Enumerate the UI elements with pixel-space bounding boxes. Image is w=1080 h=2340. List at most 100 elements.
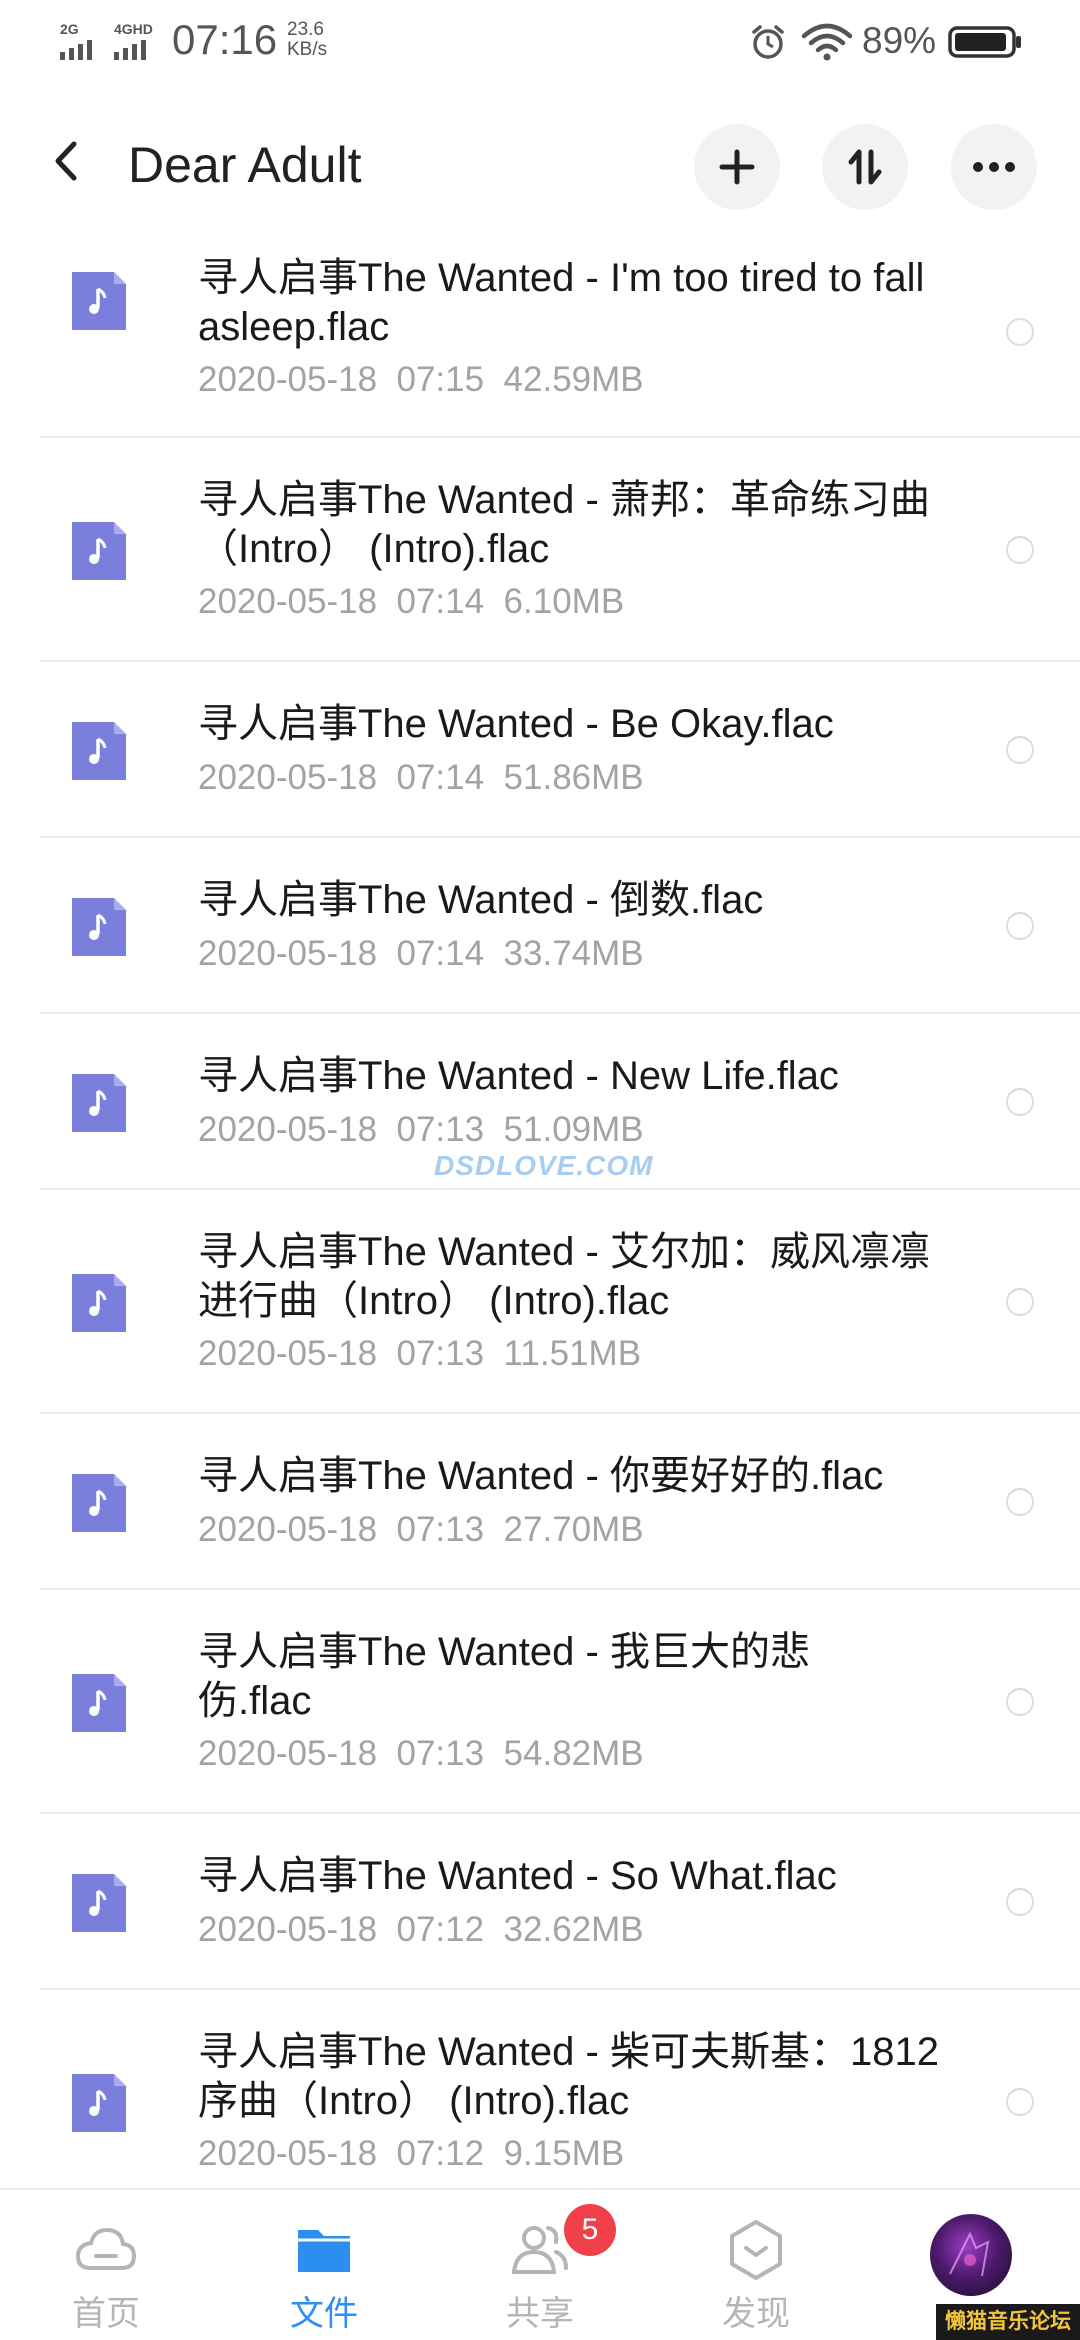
back-button[interactable] xyxy=(40,126,100,196)
forum-watermark: 懒猫音乐论坛 xyxy=(936,2304,1080,2340)
file-size: 27.70MB xyxy=(503,1510,644,1549)
more-icon xyxy=(973,162,1015,172)
file-meta: 2020-05-18 07:14 51.86MB xyxy=(198,758,644,798)
file-name: 寻人启事The Wanted - Be Okay.flac xyxy=(198,702,834,746)
file-date: 2020-05-18 xyxy=(198,582,378,621)
file-row[interactable]: 寻人启事The Wanted - So What.flac 2020-05-18… xyxy=(0,1814,1080,1990)
file-meta: 2020-05-18 07:14 33.74MB xyxy=(198,934,644,974)
file-name: 寻人启事The Wanted - So What.flac xyxy=(198,1854,837,1898)
file-date: 2020-05-18 xyxy=(198,934,378,973)
file-meta: 2020-05-18 07:14 6.10MB xyxy=(198,582,624,622)
nav-discover[interactable]: 发现 xyxy=(656,2190,856,2340)
file-size: 51.86MB xyxy=(503,758,644,797)
users-icon xyxy=(511,2226,568,2274)
select-radio[interactable] xyxy=(1006,318,1034,346)
wifi-icon xyxy=(801,23,853,61)
folder-icon xyxy=(298,2230,350,2272)
file-meta: 2020-05-18 07:15 42.59MB xyxy=(198,360,644,400)
select-radio[interactable] xyxy=(1006,1888,1034,1916)
nav-files[interactable]: 文件 xyxy=(224,2190,424,2340)
speed-value: 23.6 xyxy=(287,19,324,40)
file-name: 寻人启事The Wanted - 你要好好的.flac xyxy=(198,1454,884,1498)
avatar[interactable] xyxy=(930,2214,1012,2296)
page-title: Dear Adult xyxy=(128,137,362,193)
back-icon xyxy=(55,141,77,181)
file-row[interactable]: 寻人启事The Wanted - 萧邦：革命练习曲（Intro） (Intro)… xyxy=(0,438,1080,662)
file-row[interactable]: 寻人启事The Wanted - Be Okay.flac 2020-05-18… xyxy=(0,662,1080,838)
file-time: 07:14 xyxy=(396,758,485,797)
file-size: 32.62MB xyxy=(503,1910,644,1949)
file-time: 07:13 xyxy=(396,1334,485,1373)
file-size: 51.09MB xyxy=(503,1110,644,1149)
discover-icon xyxy=(730,2220,782,2280)
file-name: 寻人启事The Wanted - I'm too tired to fall a… xyxy=(198,256,925,349)
file-date: 2020-05-18 xyxy=(198,758,378,797)
audio-file-icon xyxy=(72,1474,126,1532)
file-time: 07:14 xyxy=(396,934,485,973)
audio-file-icon xyxy=(72,1674,126,1732)
file-row[interactable]: 寻人启事The Wanted - 你要好好的.flac 2020-05-18 0… xyxy=(0,1414,1080,1590)
audio-file-icon xyxy=(72,272,126,330)
sort-icon xyxy=(848,149,882,185)
battery-percent: 89% xyxy=(862,20,937,61)
net1-label: 2G xyxy=(60,21,79,37)
file-size: 33.74MB xyxy=(503,934,644,973)
file-meta: 2020-05-18 07:12 9.15MB xyxy=(198,2134,624,2174)
network-speed: 23.6 KB/s xyxy=(287,20,327,60)
nav-discover-label: 发现 xyxy=(722,2295,790,2333)
signal-icon: 2G 4GHD xyxy=(60,21,153,60)
file-time: 07:13 xyxy=(396,1734,485,1773)
share-badge: 5 xyxy=(564,2204,616,2256)
audio-file-icon xyxy=(72,722,126,780)
audio-file-icon xyxy=(72,2074,126,2132)
file-name: 寻人启事The Wanted - 我巨大的悲伤.flac xyxy=(198,1630,810,1723)
select-radio[interactable] xyxy=(1006,1088,1034,1116)
file-size: 11.51MB xyxy=(503,1334,642,1373)
more-button[interactable] xyxy=(951,124,1037,210)
file-name: 寻人启事The Wanted - 艾尔加：威风凛凛进行曲（Intro） (Int… xyxy=(198,1230,930,1323)
file-row[interactable]: 寻人启事The Wanted - 柴可夫斯基：1812序曲（Intro） (In… xyxy=(0,1990,1080,2188)
avatar-image xyxy=(949,2231,990,2277)
cloud-icon xyxy=(75,2227,137,2270)
nav-share-label: 共享 xyxy=(506,2295,574,2333)
nav-share[interactable]: 5 共享 xyxy=(440,2190,640,2340)
battery-icon xyxy=(948,26,1021,58)
select-radio[interactable] xyxy=(1006,1488,1034,1516)
file-meta: 2020-05-18 07:13 51.09MB xyxy=(198,1110,644,1150)
file-name: 寻人启事The Wanted - 倒数.flac xyxy=(198,878,764,922)
file-date: 2020-05-18 xyxy=(198,2134,378,2173)
audio-file-icon xyxy=(72,1874,126,1932)
select-radio[interactable] xyxy=(1006,536,1034,564)
file-name: 寻人启事The Wanted - 柴可夫斯基：1812序曲（Intro） (In… xyxy=(198,2030,939,2123)
select-radio[interactable] xyxy=(1006,1688,1034,1716)
file-name: 寻人启事The Wanted - 萧邦：革命练习曲（Intro） (Intro)… xyxy=(198,478,930,571)
file-time: 07:13 xyxy=(396,1510,485,1549)
select-radio[interactable] xyxy=(1006,1288,1034,1316)
select-radio[interactable] xyxy=(1006,736,1034,764)
file-meta: 2020-05-18 07:13 11.51MB xyxy=(198,1334,641,1374)
status-time: 07:16 xyxy=(172,16,278,63)
bottom-nav: 首页 文件 5 共享 发现 xyxy=(0,2188,1080,2340)
file-date: 2020-05-18 xyxy=(198,1334,378,1373)
file-date: 2020-05-18 xyxy=(198,360,378,399)
watermark: DSDLOVE.COM xyxy=(434,1150,654,1181)
file-row[interactable]: 寻人启事The Wanted - I'm too tired to fall a… xyxy=(0,238,1080,438)
nav-files-label: 文件 xyxy=(290,2295,358,2333)
header: Dear Adult xyxy=(0,96,1080,236)
file-date: 2020-05-18 xyxy=(198,1510,378,1549)
file-meta: 2020-05-18 07:13 54.82MB xyxy=(198,1734,644,1774)
nav-home[interactable]: 首页 xyxy=(6,2190,206,2340)
file-size: 54.82MB xyxy=(503,1734,644,1773)
file-time: 07:14 xyxy=(396,582,485,621)
sort-button[interactable] xyxy=(822,124,908,210)
file-row[interactable]: 寻人启事The Wanted - 艾尔加：威风凛凛进行曲（Intro） (Int… xyxy=(0,1190,1080,1414)
select-radio[interactable] xyxy=(1006,2088,1034,2116)
add-button[interactable] xyxy=(694,124,780,210)
file-time: 07:15 xyxy=(396,360,485,399)
file-row[interactable]: 寻人启事The Wanted - 倒数.flac 2020-05-18 07:1… xyxy=(0,838,1080,1014)
file-size: 6.10MB xyxy=(503,582,625,621)
file-row[interactable]: 寻人启事The Wanted - 我巨大的悲伤.flac 2020-05-18 … xyxy=(0,1590,1080,1814)
file-time: 07:13 xyxy=(396,1110,485,1149)
file-time: 07:12 xyxy=(396,2134,485,2173)
select-radio[interactable] xyxy=(1006,912,1034,940)
